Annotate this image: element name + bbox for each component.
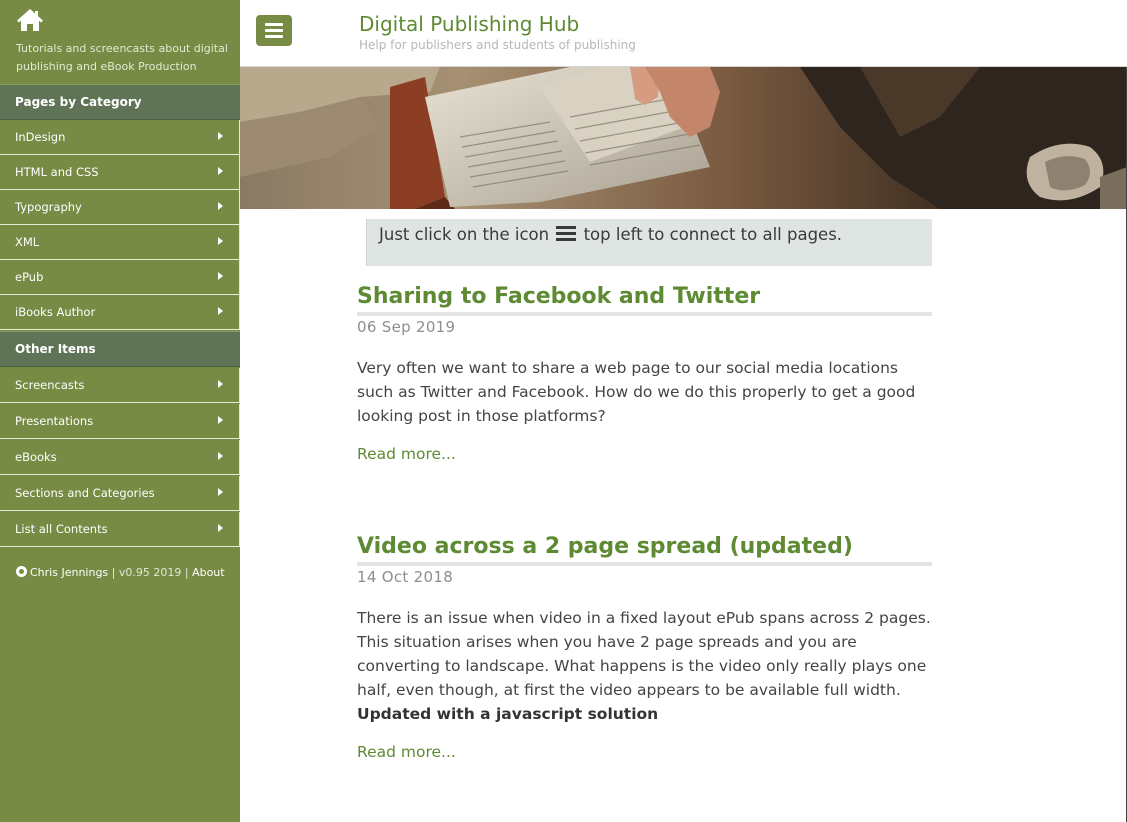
chevron-right-icon <box>218 488 223 496</box>
chevron-right-icon <box>218 452 223 460</box>
article-title[interactable]: Video across a 2 page spread (updated) <box>357 532 932 566</box>
hamburger-menu-button[interactable] <box>256 15 292 46</box>
article-excerpt: Very often we want to share a web page t… <box>357 356 937 428</box>
sidebar-item-ibooks-author[interactable]: iBooks Author <box>0 295 240 330</box>
sidebar-item-list-all-contents[interactable]: List all Contents <box>0 512 240 547</box>
chevron-right-icon <box>218 307 223 315</box>
footer-separator: | <box>181 566 193 579</box>
sidebar-item-label: HTML and CSS <box>15 165 99 179</box>
sidebar-item-label: Screencasts <box>15 378 85 392</box>
sidebar-item-sections-categories[interactable]: Sections and Categories <box>0 476 240 511</box>
site-subtitle: Help for publishers and students of publ… <box>359 38 636 52</box>
copyright-icon <box>16 566 27 577</box>
sidebar-item-ebooks[interactable]: eBooks <box>0 440 240 475</box>
sidebar-header-other-items: Other Items <box>0 331 240 367</box>
article-excerpt: There is an issue when video in a fixed … <box>357 606 937 726</box>
sidebar-item-label: ePub <box>15 270 44 284</box>
sidebar-item-label: InDesign <box>15 130 66 144</box>
article-title[interactable]: Sharing to Facebook and Twitter <box>357 282 932 316</box>
chevron-right-icon <box>218 202 223 210</box>
menu-bar <box>265 23 283 26</box>
home-icon[interactable] <box>16 8 44 32</box>
about-link[interactable]: About <box>192 566 225 579</box>
sidebar-item-label: Sections and Categories <box>15 486 155 500</box>
chevron-right-icon <box>218 380 223 388</box>
sidebar-item-html-css[interactable]: HTML and CSS <box>0 155 240 190</box>
sidebar-item-xml[interactable]: XML <box>0 225 240 260</box>
chevron-right-icon <box>218 237 223 245</box>
chevron-right-icon <box>218 524 223 532</box>
sidebar-item-presentations[interactable]: Presentations <box>0 404 240 439</box>
article-excerpt-text: There is an issue when video in a fixed … <box>357 609 931 699</box>
notice-text-after: top left to connect to all pages. <box>578 225 843 244</box>
sidebar-header-pages-by-category: Pages by Category <box>0 84 240 120</box>
sidebar-item-epub[interactable]: ePub <box>0 260 240 295</box>
sidebar-item-label: Typography <box>15 200 82 214</box>
author-link[interactable]: Chris Jennings <box>30 566 108 579</box>
chevron-right-icon <box>218 416 223 424</box>
sidebar-item-label: iBooks Author <box>15 305 96 319</box>
read-more-link[interactable]: Read more... <box>357 445 456 463</box>
notice-text-before: Just click on the icon <box>379 225 555 244</box>
article-excerpt-bold: Updated with a javascript solution <box>357 705 659 723</box>
article-date: 06 Sep 2019 <box>357 318 456 336</box>
footer-separator: | <box>108 566 119 579</box>
sidebar-item-indesign[interactable]: InDesign <box>0 120 240 155</box>
chevron-right-icon <box>218 272 223 280</box>
menu-bar <box>265 35 283 38</box>
site-title[interactable]: Digital Publishing Hub <box>359 12 579 36</box>
chevron-right-icon <box>218 167 223 175</box>
sidebar-footer: Chris Jennings | v0.95 2019 | About <box>16 566 225 579</box>
sidebar-item-label: eBooks <box>15 450 57 464</box>
hamburger-menu-icon <box>556 226 577 241</box>
article-date: 14 Oct 2018 <box>357 568 454 586</box>
sidebar-item-label: XML <box>15 235 40 249</box>
site-tagline: Tutorials and screencasts about digital … <box>16 42 228 73</box>
sidebar-item-screencasts[interactable]: Screencasts <box>0 368 240 403</box>
top-bar: Digital Publishing Hub Help for publishe… <box>240 0 1127 67</box>
chevron-right-icon <box>218 132 223 140</box>
sidebar-item-typography[interactable]: Typography <box>0 190 240 225</box>
sidebar: Tutorials and screencasts about digital … <box>0 0 240 822</box>
article-excerpt-text: Very often we want to share a web page t… <box>357 359 916 425</box>
read-more-link[interactable]: Read more... <box>357 743 456 761</box>
sidebar-item-label: Presentations <box>15 414 94 428</box>
instruction-notice: Just click on the icon top left to conne… <box>366 219 932 266</box>
version-text: v0.95 2019 <box>118 566 182 579</box>
menu-bar <box>265 29 283 32</box>
sidebar-item-label: List all Contents <box>15 522 108 536</box>
header-banner-image <box>240 67 1127 209</box>
banner-illustration <box>240 67 1127 209</box>
